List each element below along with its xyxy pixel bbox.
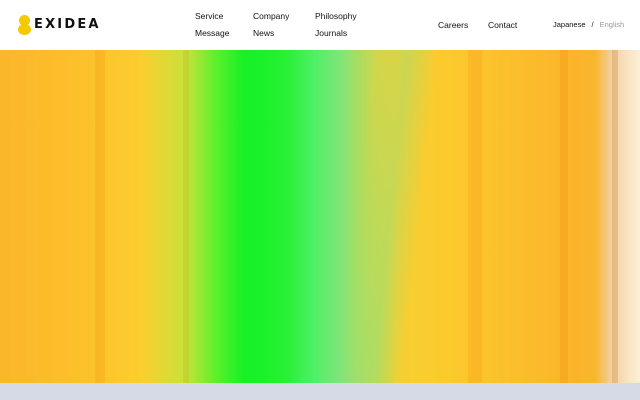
language-separator: / [591,20,594,29]
nav-news[interactable]: News [253,27,274,39]
hero-streak [612,50,618,383]
logo-text: EXIDEA [34,17,101,32]
logo-link[interactable]: EXIDEA [18,15,101,35]
hero-streak [95,50,105,383]
language-english[interactable]: English [600,19,625,31]
hero-streak [560,50,568,383]
nav-service[interactable]: Service [195,10,223,22]
nav-contact[interactable]: Contact [488,19,517,31]
logo-mark-icon [18,15,32,35]
language-japanese[interactable]: Japanese [553,19,586,31]
hero-streak [468,50,482,383]
language-switcher: Japanese / English [553,19,624,31]
hero-streak [183,50,189,383]
site-header: EXIDEA Service Message Company News Phil… [0,0,640,50]
next-section-band [0,383,640,400]
nav-company[interactable]: Company [253,10,289,22]
nav-journals[interactable]: Journals [315,27,347,39]
nav-careers[interactable]: Careers [438,19,468,31]
nav-message[interactable]: Message [195,27,230,39]
hero-glow [342,50,438,383]
hero-visual [0,50,640,383]
nav-philosophy[interactable]: Philosophy [315,10,357,22]
